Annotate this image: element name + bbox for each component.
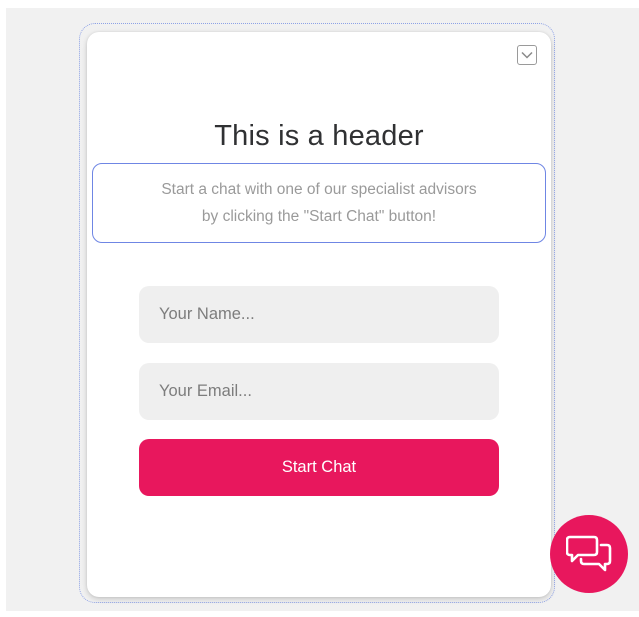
intro-line-1: Start a chat with one of our specialist … [161,181,477,198]
start-chat-button[interactable]: Start Chat [139,439,499,496]
email-input[interactable] [139,363,499,420]
chat-widget-panel: This is a header Start a chat with one o… [87,32,551,597]
chat-bubbles-icon [566,535,612,572]
header-title: This is a header [214,120,424,152]
intro-line-2: by clicking the "Start Chat" button! [201,208,437,225]
chat-launcher-button[interactable] [550,515,628,593]
intro-message: Start a chat with one of our specialist … [92,163,546,243]
chevron-down-icon [521,51,533,59]
name-input[interactable] [139,286,499,343]
minimize-button[interactable] [517,45,537,65]
